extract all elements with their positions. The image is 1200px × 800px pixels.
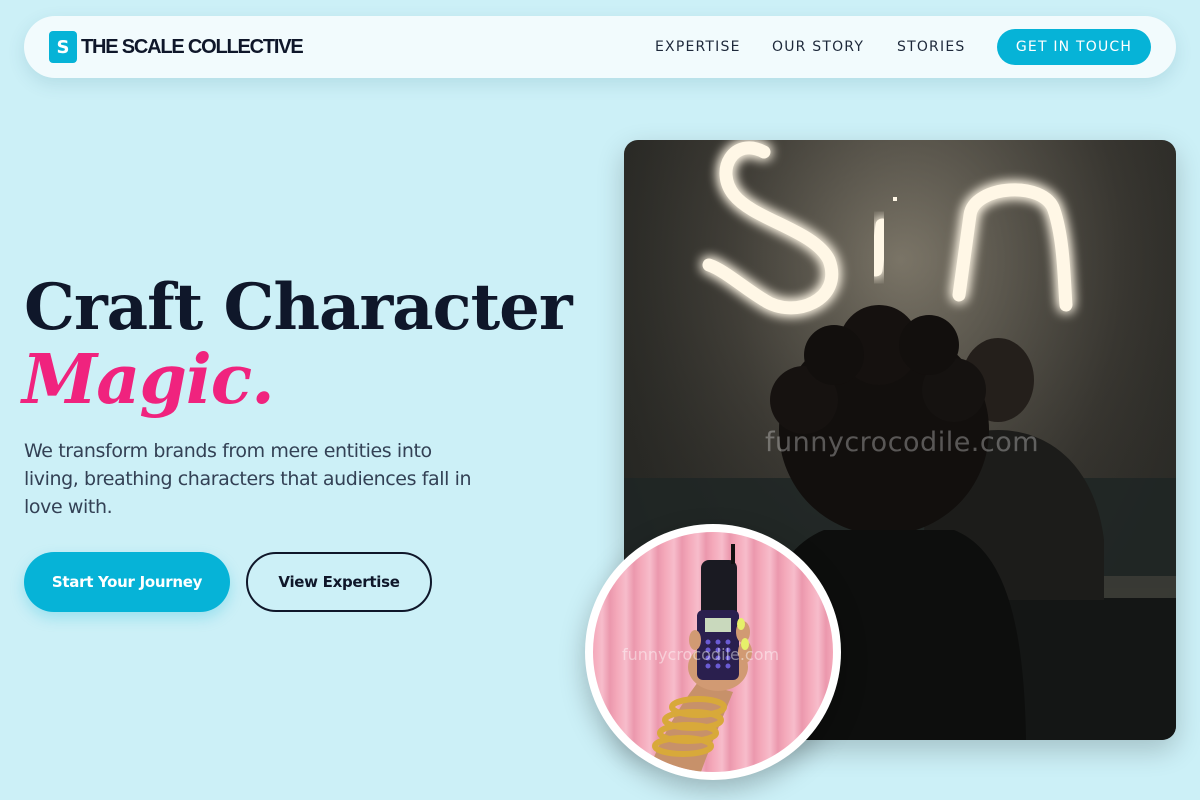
watermark-small-text: funnycrocodile.com xyxy=(622,645,780,664)
brand-name[interactable]: THE SCALE COLLECTIVE xyxy=(81,36,304,58)
logo-icon[interactable]: S xyxy=(49,31,77,63)
top-navbar: S THE SCALE COLLECTIVE EXPERTISE OUR STO… xyxy=(24,16,1176,78)
hero-title: Craft Character xyxy=(24,270,573,345)
hero-description: We transform brands from mere entities i… xyxy=(24,440,472,518)
start-journey-button[interactable]: Start Your Journey xyxy=(24,552,230,612)
nav-link-our-story[interactable]: OUR STORY xyxy=(772,38,864,56)
view-expertise-button[interactable]: View Expertise xyxy=(246,552,432,612)
nav-link-expertise[interactable]: EXPERTISE xyxy=(655,38,741,56)
hero-title-accent: Magic. xyxy=(22,340,275,420)
get-in-touch-button[interactable]: GET IN TOUCH xyxy=(997,29,1151,65)
watermark-text: funnycrocodile.com xyxy=(765,427,1040,458)
nav-link-stories[interactable]: STORIES xyxy=(897,38,965,56)
